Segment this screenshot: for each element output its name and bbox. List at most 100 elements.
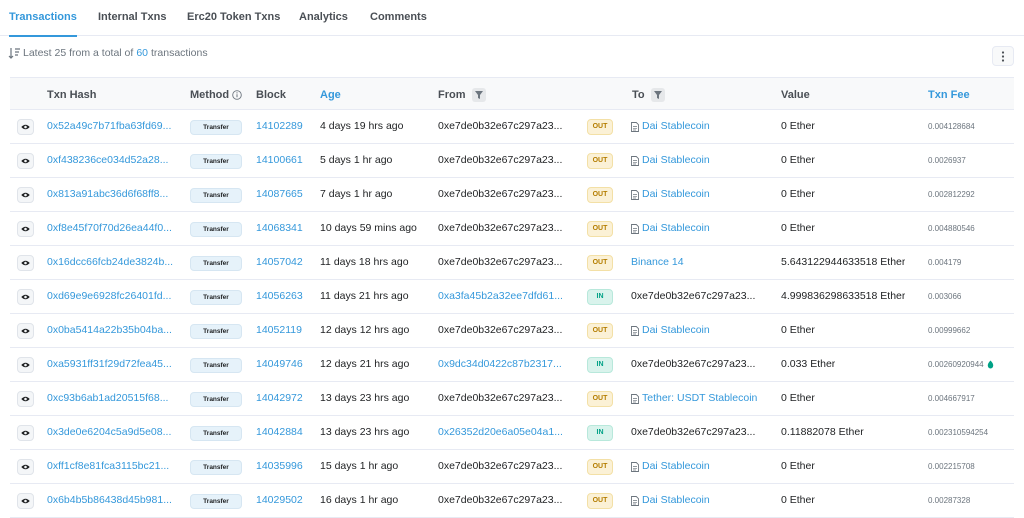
value-text: 0 Ether <box>781 494 815 506</box>
txn-hash-link[interactable]: 0x16dcc66fcb24de3824b... <box>47 246 179 279</box>
txn-fee-value: 0.004667917 <box>928 394 975 403</box>
age-text: 15 days 1 hr ago <box>320 460 399 472</box>
direction-badge: OUT <box>587 323 613 339</box>
block-link[interactable]: 14042972 <box>256 382 303 415</box>
to-address: 0xe7de0b32e67c297a23... <box>631 416 771 449</box>
block-link[interactable]: 14042884 <box>256 416 303 449</box>
to-address[interactable]: Dai Stablecoin <box>631 212 771 245</box>
txn-hash-link[interactable]: 0xff1cf8e81fca3115bc21... <box>47 450 179 483</box>
txn-hash-link[interactable]: 0x3de0e6204c5a9d5e08... <box>47 416 179 449</box>
from-address[interactable]: 0x26352d20e6a05e04a1... <box>438 416 568 449</box>
to-address[interactable]: Dai Stablecoin <box>631 314 771 347</box>
value-text: 0 Ether <box>781 222 815 234</box>
table-row: 0x6b4b5b86438d45b981... Transfer 1402950… <box>10 484 1014 518</box>
view-details-button[interactable] <box>17 425 34 441</box>
view-details-button[interactable] <box>17 255 34 271</box>
block-link[interactable]: 14035996 <box>256 450 303 483</box>
age-text: 11 days 21 hrs ago <box>320 290 409 302</box>
method-badge: Transfer <box>190 290 242 305</box>
txn-hash-link[interactable]: 0x52a49c7b71fba63fd69... <box>47 110 179 143</box>
tab-analytics[interactable]: Analytics <box>299 0 348 36</box>
txn-hash-link[interactable]: 0xa5931ff31f29d72fea45... <box>47 348 179 381</box>
method-badge: Transfer <box>190 256 242 271</box>
block-link[interactable]: 14102289 <box>256 110 303 143</box>
more-options-button[interactable] <box>992 46 1014 66</box>
txn-hash-link[interactable]: 0xf438236ce034d52a28... <box>47 144 179 177</box>
view-details-button[interactable] <box>17 391 34 407</box>
tab-bar: Transactions Internal Txns Erc20 Token T… <box>0 0 1024 37</box>
view-details-button[interactable] <box>17 493 34 509</box>
view-details-button[interactable] <box>17 459 34 475</box>
to-address[interactable]: Dai Stablecoin <box>631 110 771 143</box>
column-header-block: Block <box>256 88 286 101</box>
method-badge: Transfer <box>190 222 242 237</box>
block-link[interactable]: 14087665 <box>256 178 303 211</box>
view-details-button[interactable] <box>17 323 34 339</box>
summary-suffix: transactions <box>151 47 208 59</box>
view-details-button[interactable] <box>17 289 34 305</box>
txn-hash-link[interactable]: 0x813a91abc36d6f68ff8... <box>47 178 179 211</box>
to-address-label: Dai Stablecoin <box>642 494 710 506</box>
block-link[interactable]: 14029502 <box>256 484 303 517</box>
to-address[interactable]: Dai Stablecoin <box>631 450 771 483</box>
info-circle-icon[interactable] <box>232 89 242 100</box>
tab-internal-txns[interactable]: Internal Txns <box>98 0 166 36</box>
tab-erc20-token-txns[interactable]: Erc20 Token Txns <box>187 0 280 36</box>
table-header: Txn Hash Method Block Age From To Value … <box>10 77 1014 110</box>
txn-hash-link[interactable]: 0x6b4b5b86438d45b981... <box>47 484 179 517</box>
age-text: 12 days 12 hrs ago <box>320 324 410 336</box>
view-details-button[interactable] <box>17 221 34 237</box>
txn-fee-value: 0.002812292 <box>928 190 975 199</box>
eye-icon <box>21 396 30 402</box>
view-details-button[interactable] <box>17 119 34 135</box>
column-header-method-label: Method <box>190 88 230 101</box>
to-filter-button[interactable] <box>650 87 665 102</box>
txn-fee-value: 0.004880546 <box>928 224 975 233</box>
view-details-button[interactable] <box>17 357 34 373</box>
block-link[interactable]: 14100661 <box>256 144 303 177</box>
from-filter-button[interactable] <box>471 87 486 102</box>
vertical-dots-icon <box>1001 50 1005 62</box>
age-text: 10 days 59 mins ago <box>320 222 417 234</box>
column-header-age[interactable]: Age <box>320 78 341 111</box>
txn-fee: 0.003066 <box>928 280 961 313</box>
block-link[interactable]: 14052119 <box>256 314 302 347</box>
from-address[interactable]: 0x9dc34d0422c87b2317... <box>438 348 568 381</box>
view-details-button[interactable] <box>17 187 34 203</box>
summary-count-link[interactable]: 60 <box>136 47 148 59</box>
table-row: 0x52a49c7b71fba63fd69... Transfer 141022… <box>10 110 1014 144</box>
txn-hash-link[interactable]: 0x0ba5414a22b35b04ba... <box>47 314 179 347</box>
to-address[interactable]: Binance 14 <box>631 246 771 279</box>
txn-hash-link[interactable]: 0xd69e9e6928fc26401fd... <box>47 280 179 313</box>
block-link[interactable]: 14056263 <box>256 280 303 313</box>
summary-prefix: Latest 25 from a total of <box>23 47 134 59</box>
to-address-label: 0xe7de0b32e67c297a23... <box>631 290 756 302</box>
txn-fee: 0.004128684 <box>928 110 975 143</box>
to-address[interactable]: Tether: USDT Stablecoin <box>631 382 771 415</box>
column-header-txn-fee[interactable]: Txn Fee <box>928 78 970 111</box>
sort-descending-icon <box>8 48 20 59</box>
txn-hash-link[interactable]: 0xc93b6ab1ad20515f68... <box>47 382 179 415</box>
value-text: 0.033 Ether <box>781 358 836 370</box>
txn-fee-value: 0.0026937 <box>928 156 966 165</box>
from-address: 0xe7de0b32e67c297a23... <box>438 120 563 132</box>
view-details-button[interactable] <box>17 153 34 169</box>
column-header-from: From <box>438 78 486 111</box>
from-address[interactable]: 0xa3fa45b2a32ee7dfd61... <box>438 280 568 313</box>
tab-transactions[interactable]: Transactions <box>9 0 77 37</box>
direction-badge: OUT <box>587 391 613 407</box>
method-badge: Transfer <box>190 392 242 407</box>
age-text: 16 days 1 hr ago <box>320 494 399 506</box>
block-link[interactable]: 14057042 <box>256 246 303 279</box>
block-link[interactable]: 14049746 <box>256 348 303 381</box>
block-link[interactable]: 14068341 <box>256 212 303 245</box>
age-text: 5 days 1 hr ago <box>320 154 393 166</box>
to-address[interactable]: Dai Stablecoin <box>631 144 771 177</box>
txn-hash-link[interactable]: 0xf8e45f70f70d26ea44f0... <box>47 212 179 245</box>
to-address[interactable]: Dai Stablecoin <box>631 484 771 517</box>
tab-comments[interactable]: Comments <box>370 0 427 36</box>
to-address[interactable]: Dai Stablecoin <box>631 178 771 211</box>
to-address: 0xe7de0b32e67c297a23... <box>631 280 771 313</box>
to-address-label: Dai Stablecoin <box>642 460 710 472</box>
eye-icon <box>21 498 30 504</box>
